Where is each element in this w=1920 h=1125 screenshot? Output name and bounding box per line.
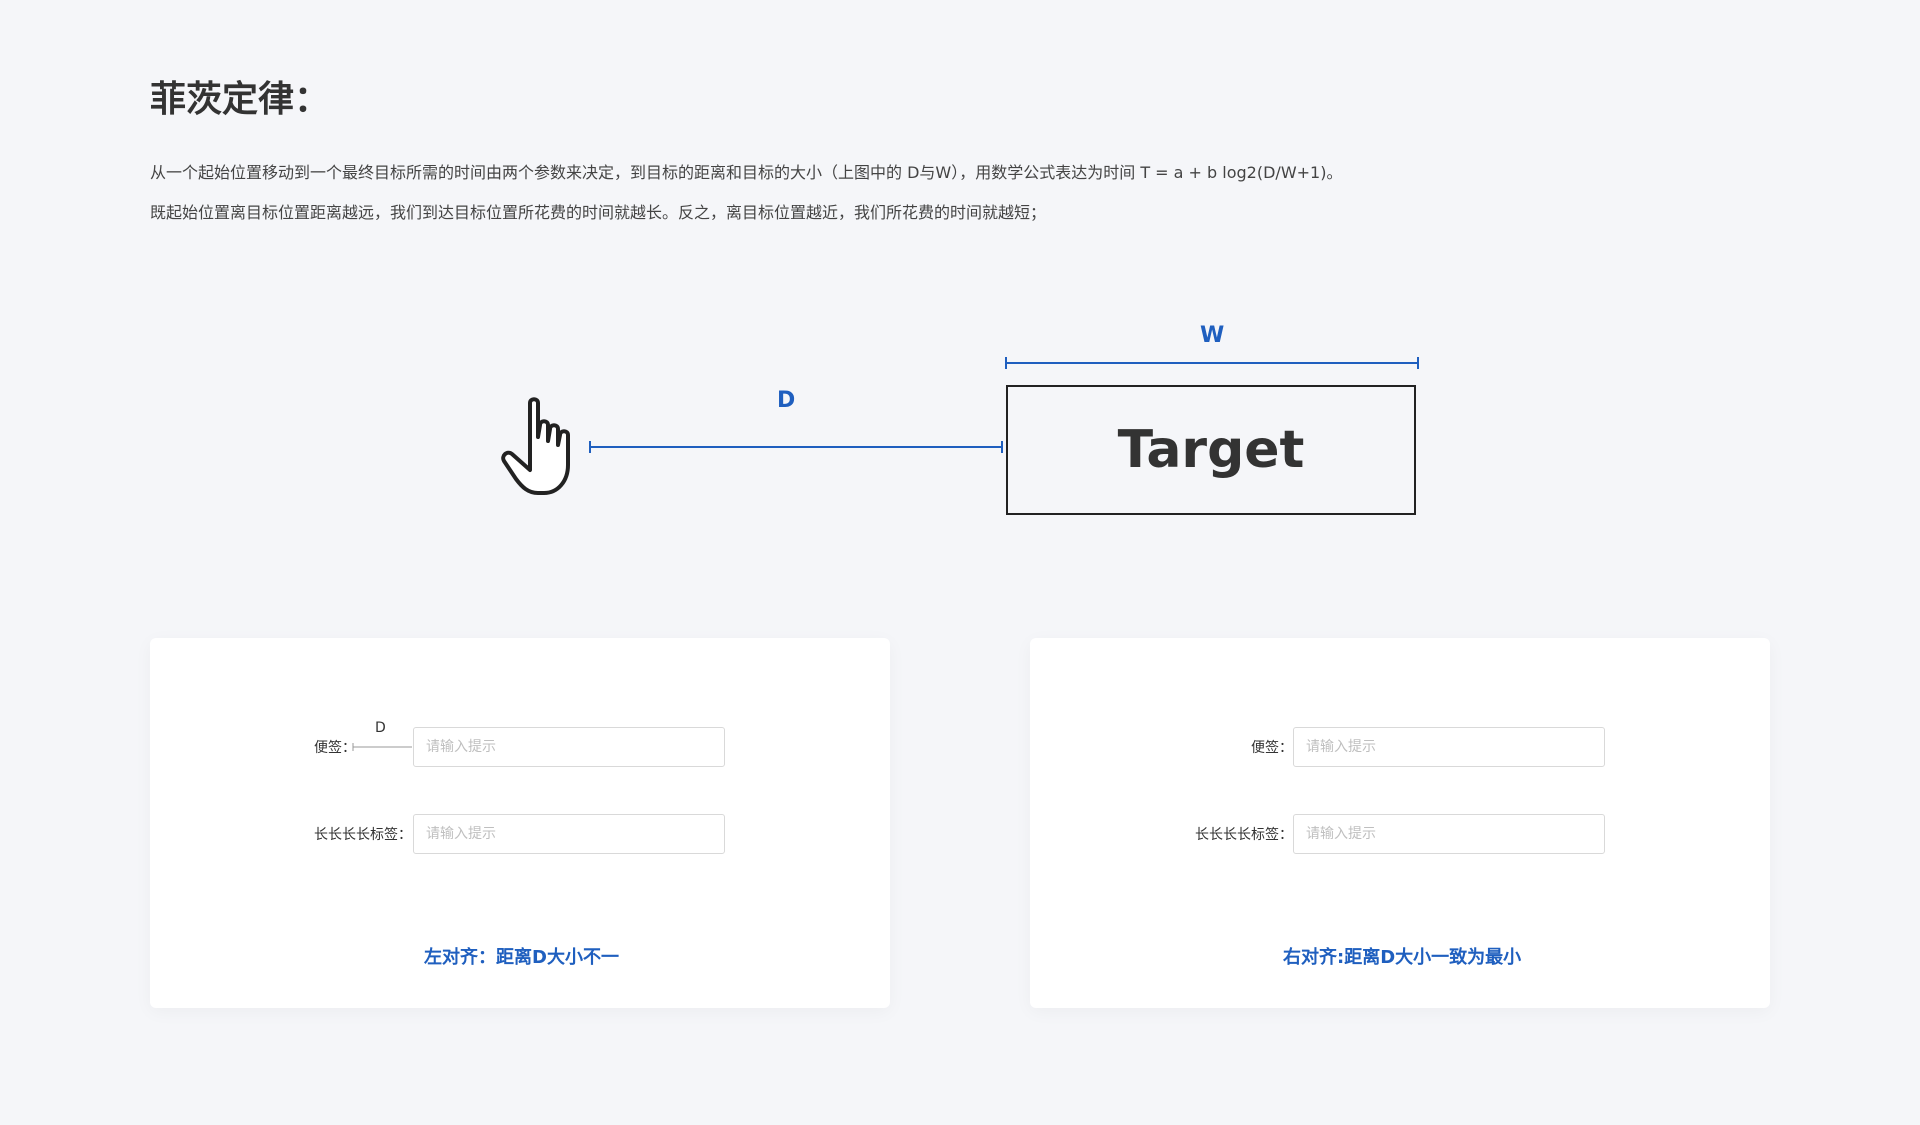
target-label: Target <box>1117 420 1305 480</box>
field-label-note: 便签： <box>314 740 356 756</box>
form-row-long-label: 长长长长标签： <box>314 814 725 854</box>
hand-pointer-icon <box>501 397 570 495</box>
description-paragraph-2: 既起始位置离目标位置距离越远，我们到达目标位置所花费的时间就越长。反之，离目标位… <box>150 203 1047 222</box>
right-align-caption: 右对齐:距离D大小一致为最小 <box>1283 947 1522 968</box>
d-dimension-line <box>589 441 1003 453</box>
w-label: W <box>1200 323 1225 348</box>
long-label-input[interactable] <box>413 814 725 854</box>
long-label-input[interactable] <box>1293 814 1605 854</box>
form-row-long-label: 长长长长标签： <box>1194 814 1605 854</box>
description-paragraph-1: 从一个起始位置移动到一个最终目标所需的时间由两个参数来决定，到目标的距离和目标的… <box>150 163 1343 182</box>
field-label-long: 长长长长标签： <box>314 827 412 843</box>
left-align-card: D 便签： 长长长长标签： 左对齐：距离D大小不一 <box>150 638 890 1008</box>
w-dimension-line <box>1005 357 1419 369</box>
note-input[interactable] <box>413 727 725 767</box>
target-box: Target <box>1006 385 1416 515</box>
page-title: 菲茨定律： <box>150 79 331 120</box>
field-label-long: 长长长长标签： <box>1195 827 1293 843</box>
field-label-note: 便签： <box>1251 740 1293 756</box>
d-label: D <box>777 388 796 413</box>
right-align-card: 便签： 长长长长标签： 右对齐:距离D大小一致为最小 <box>1030 638 1770 1008</box>
note-input[interactable] <box>1293 727 1605 767</box>
form-row-note: 便签： <box>314 727 725 767</box>
form-row-note: 便签： <box>1194 727 1605 767</box>
